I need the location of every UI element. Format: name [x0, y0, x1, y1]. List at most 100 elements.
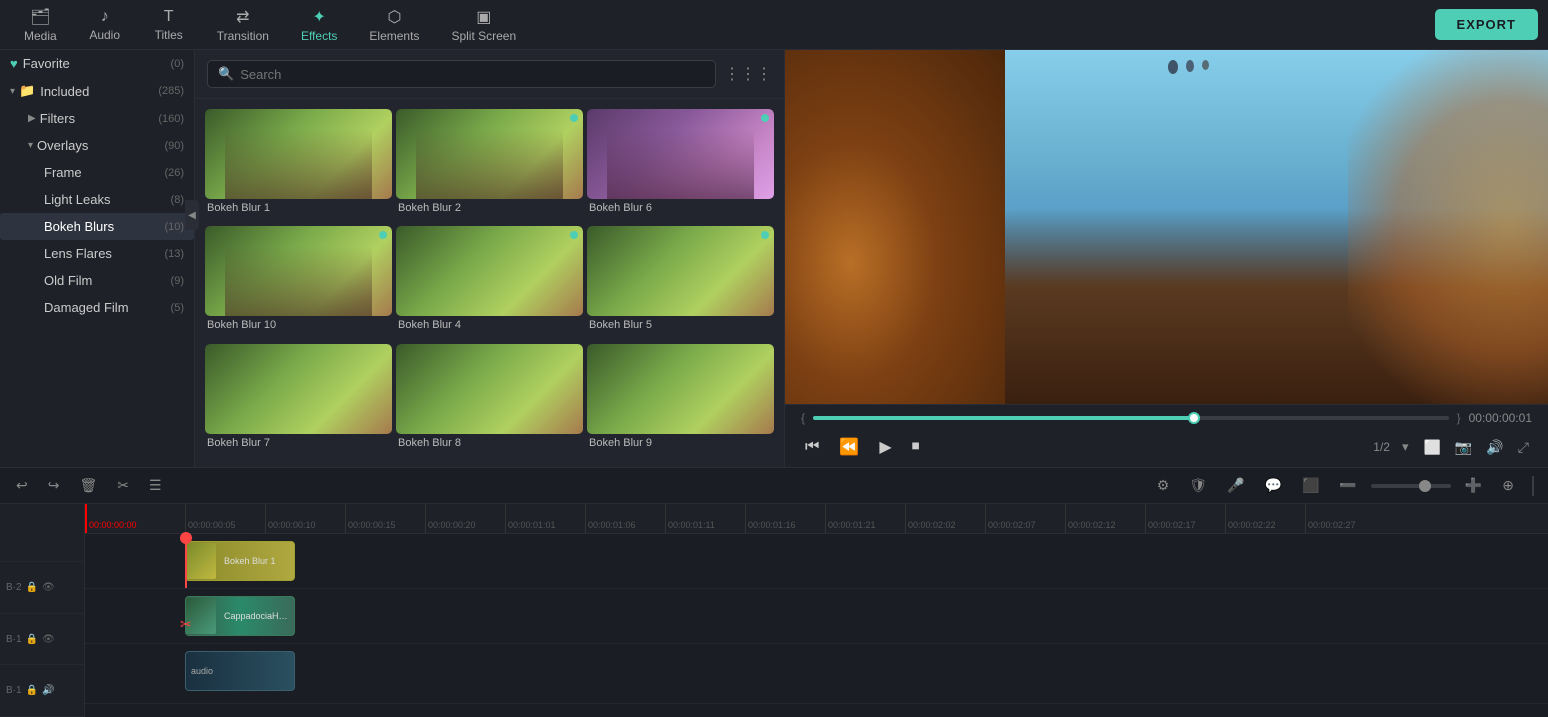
track-row-video: CappadociaHotAirBa... ✂	[85, 589, 1548, 644]
clip-label-overlay: Bokeh Blur 1	[219, 554, 281, 568]
page-dropdown-icon[interactable]: ▾	[1402, 439, 1409, 455]
shield-button[interactable]: 🛡	[1183, 474, 1213, 497]
effect-card-bokeh10[interactable]: Bokeh Blur 10	[205, 226, 392, 339]
sidebar-included-label: Included	[40, 84, 158, 99]
add-track-button[interactable]: ⊕	[1496, 474, 1520, 497]
sidebar-item-bokeh-blurs[interactable]: Bokeh Blurs (10)	[0, 213, 194, 240]
effect-card-bokeh6[interactable]: Bokeh Blur 6	[587, 109, 774, 222]
lock-icon-audio[interactable]: 🔒	[26, 685, 38, 696]
zoom-out-button[interactable]: ➖	[1333, 474, 1362, 497]
undo-button[interactable]: ↩	[10, 474, 34, 497]
effect-card-bokeh8[interactable]: Bokeh Blur 8	[396, 344, 583, 457]
cut-button[interactable]: ✂	[111, 474, 135, 497]
nav-transition[interactable]: ⇄ Transition	[203, 3, 283, 47]
screenshot-button[interactable]: 📷	[1452, 436, 1475, 459]
sidebar-item-favorite[interactable]: ♥ Favorite (0)	[0, 50, 194, 77]
lock-icon-overlay[interactable]: 🔒	[26, 582, 38, 593]
frame-back-button[interactable]: ⏪	[835, 433, 863, 461]
sidebar-item-damaged-film[interactable]: Damaged Film (5)	[0, 294, 194, 321]
audio-button[interactable]: 🔊	[1483, 436, 1506, 459]
sidebar-light-leaks-label: Light Leaks	[44, 192, 171, 207]
ruler-tick-2: 00:00:00:10	[265, 504, 345, 533]
eye-icon-overlay[interactable]: 👁	[42, 582, 55, 593]
collapse-sidebar-button[interactable]: ◀	[185, 200, 199, 230]
effect-badge-4	[570, 231, 578, 239]
redo-button[interactable]: ↪	[42, 474, 66, 497]
nav-elements[interactable]: ⬡ Elements	[355, 3, 433, 47]
mic-button[interactable]: 🎤	[1221, 474, 1250, 497]
view-settings-button[interactable]: ⚙	[1151, 474, 1176, 497]
settings-button[interactable]: ☰	[143, 474, 168, 497]
export-button[interactable]: EXPORT	[1435, 9, 1538, 40]
track-num-overlay: B·2	[6, 582, 22, 593]
sidebar-item-lens-flares[interactable]: Lens Flares (13)	[0, 240, 194, 267]
search-input[interactable]	[240, 67, 705, 82]
effect-card-bokeh1[interactable]: Bokeh Blur 1	[205, 109, 392, 222]
effect-card-bokeh4[interactable]: Bokeh Blur 4	[396, 226, 583, 339]
clip-bokeh-blur-1[interactable]: Bokeh Blur 1	[185, 541, 295, 581]
bokeh-overlay	[785, 50, 1005, 404]
elements-icon: ⬡	[387, 7, 401, 27]
zoom-in-button[interactable]: ➕	[1459, 474, 1488, 497]
stop-button[interactable]: ⏹	[908, 434, 924, 460]
clip-audio[interactable]: audio	[185, 651, 295, 691]
subtitle-button[interactable]: 💬	[1259, 474, 1288, 497]
effect-card-bokeh2[interactable]: Bokeh Blur 2	[396, 109, 583, 222]
nav-transition-label: Transition	[217, 29, 269, 43]
sidebar-item-old-film[interactable]: Old Film (9)	[0, 267, 194, 294]
ruler-tick-9: 00:00:01:21	[825, 504, 905, 533]
effect-label-bokeh10: Bokeh Blur 10	[205, 316, 392, 334]
progress-thumb[interactable]	[1188, 412, 1200, 424]
track-labels: B·2 🔒 👁 B·1 🔒 👁 B·1 🔒 🔊	[0, 504, 85, 717]
sidebar-item-overlays[interactable]: ▾ Overlays (90)	[0, 132, 194, 159]
lock-icon-video[interactable]: 🔒	[26, 634, 38, 645]
nav-audio[interactable]: ♪ Audio	[75, 4, 135, 46]
timeline: ↩ ↪ 🗑 ✂ ☰ ⚙ 🛡 🎤 💬 ⬛ ➖ ➕ ⊕ B·2 🔒 👁	[0, 467, 1548, 717]
sidebar-lens-flares-label: Lens Flares	[44, 246, 164, 261]
preview-scene-right	[1005, 50, 1548, 404]
skip-back-button[interactable]: ⏮	[801, 434, 823, 460]
track-label-overlay: B·2 🔒 👁	[0, 562, 84, 614]
progress-bar[interactable]: { } 00:00:00:01	[801, 411, 1532, 425]
clip-video[interactable]: CappadociaHotAirBa...	[185, 596, 295, 636]
sidebar-item-light-leaks[interactable]: Light Leaks (8)	[0, 186, 194, 213]
ruler-tick-5: 00:00:01:01	[505, 504, 585, 533]
content-toolbar: 🔍 ⋮⋮⋮	[195, 50, 784, 99]
ruler-tick-7: 00:00:01:11	[665, 504, 745, 533]
nav-media[interactable]: 🗂 Media	[10, 3, 71, 47]
clip-label-video: CappadociaHotAirBa...	[219, 609, 294, 623]
play-button[interactable]: ▶	[875, 433, 895, 461]
speaker-icon-audio[interactable]: 🔊	[42, 685, 54, 696]
preview-area	[785, 50, 1548, 404]
nav-audio-label: Audio	[89, 28, 120, 42]
delete-button[interactable]: 🗑	[73, 474, 103, 497]
expand-button[interactable]: ⤢	[1515, 436, 1532, 459]
track-num-video: B·1	[6, 634, 22, 645]
search-icon: 🔍	[218, 66, 234, 82]
progress-track[interactable]	[813, 416, 1449, 420]
nav-titles[interactable]: T Titles	[139, 4, 199, 46]
crop-button[interactable]: ⬛	[1296, 474, 1325, 497]
effect-card-bokeh5[interactable]: Bokeh Blur 5	[587, 226, 774, 339]
preview-panel: { } 00:00:00:01 ⏮ ⏪ ▶ ⏹ 1/2 ▾ ⬜ 📷	[785, 50, 1548, 467]
nav-effects[interactable]: ✦ Effects	[287, 3, 351, 47]
bracket-left: {	[801, 411, 805, 425]
playback-bar: { } 00:00:00:01 ⏮ ⏪ ▶ ⏹ 1/2 ▾ ⬜ 📷	[785, 404, 1548, 467]
fullscreen-preview-button[interactable]: ⬜	[1420, 436, 1443, 459]
transition-icon: ⇄	[236, 7, 249, 27]
grid-toggle-icon[interactable]: ⋮⋮⋮	[724, 64, 772, 84]
effect-label-bokeh9: Bokeh Blur 9	[587, 434, 774, 452]
search-box[interactable]: 🔍	[207, 60, 716, 88]
sidebar-item-filters[interactable]: ▶ Filters (160)	[0, 105, 194, 132]
zoom-slider[interactable]	[1371, 484, 1451, 488]
sidebar-old-film-label: Old Film	[44, 273, 171, 288]
sidebar-item-frame[interactable]: Frame (26)	[0, 159, 194, 186]
effect-label-bokeh8: Bokeh Blur 8	[396, 434, 583, 452]
nav-splitscreen[interactable]: ▣ Split Screen	[437, 3, 530, 47]
effect-card-bokeh9[interactable]: Bokeh Blur 9	[587, 344, 774, 457]
sidebar-item-included[interactable]: ▾ 📁 Included (285)	[0, 77, 194, 105]
effect-card-bokeh7[interactable]: Bokeh Blur 7	[205, 344, 392, 457]
eye-icon-video[interactable]: 👁	[42, 634, 55, 645]
effect-label-bokeh6: Bokeh Blur 6	[587, 199, 774, 217]
clip-thumb-overlay	[186, 543, 216, 579]
